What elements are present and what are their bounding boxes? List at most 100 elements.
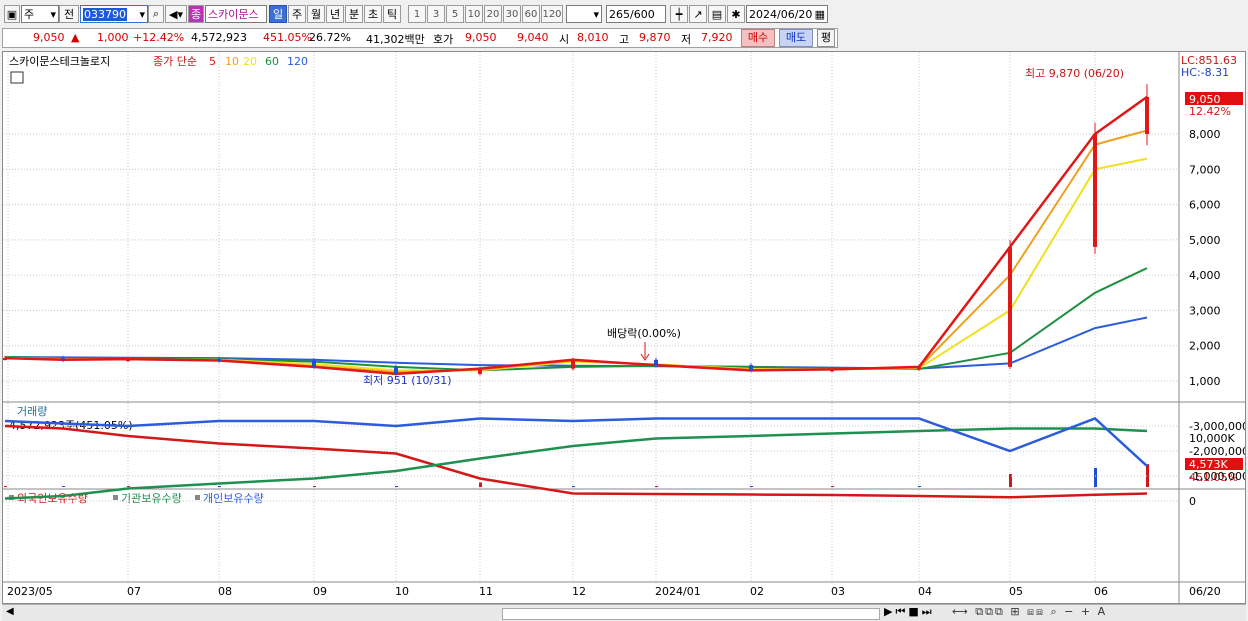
high-label: 고	[619, 33, 630, 46]
candle-body	[749, 365, 753, 371]
candle-body	[1093, 134, 1097, 247]
x-tick: 12	[572, 585, 586, 598]
volume: 4,572,923	[191, 31, 247, 44]
buy-button[interactable]: 매수	[741, 29, 775, 47]
ma-period-5: 5	[209, 55, 216, 68]
volume-bar	[918, 486, 921, 487]
interval-tab-0[interactable]: 1	[408, 5, 426, 23]
volume-ratio: 451.05%	[263, 31, 312, 44]
chart-area[interactable]: 8,000 7,000 6,000 5,000 4,000 3,000 2,000 1,000…	[2, 51, 1246, 604]
toolbar: ▣ 주 ▾ 전 033790 ▾ ⌕ ◀▾ 종 스카이문스 일주월년분초틱 1351…	[4, 4, 828, 24]
sell-button[interactable]: 매도	[779, 29, 813, 47]
ma-period-10: 10	[225, 55, 239, 68]
price-y-tick: 5,000	[1189, 234, 1221, 247]
prev-button[interactable]: 전	[59, 5, 79, 23]
price-y-tick: 8,000	[1189, 128, 1221, 141]
count-field[interactable]: 265/600	[606, 5, 666, 23]
period-tab-6[interactable]: 틱	[383, 5, 401, 23]
candle-body	[917, 366, 921, 370]
interval-tabs: 1 3 5 10 20 30 60 120	[408, 5, 564, 23]
volume-bar	[62, 486, 65, 487]
volume-bar	[313, 486, 316, 487]
scroll-left-icon[interactable]: ◀	[6, 606, 14, 617]
type-select[interactable]: 주 ▾	[21, 5, 59, 23]
layout-icon[interactable]: ▣	[4, 5, 20, 23]
interval-tab-2[interactable]: 5	[446, 5, 464, 23]
interval-tab-7[interactable]: 120	[541, 5, 563, 23]
interval-custom[interactable]: ▾	[566, 5, 602, 23]
zoom-tools-icon[interactable]: ⟷ ⧉⧉⧉ ⊞ ⧈⧈ ⌕ − + A	[952, 605, 1107, 619]
x-tick: 04	[918, 585, 932, 598]
scroll-thumb[interactable]	[502, 608, 880, 620]
legend-swatch	[195, 495, 200, 500]
date-field[interactable]: 2024/06/20 ▦	[746, 5, 828, 23]
gear-icon[interactable]: ✱	[727, 5, 745, 23]
hoga-ask: 9,050	[465, 31, 497, 44]
volume-title: 거래량	[17, 405, 47, 418]
playback-controls-icon[interactable]: ▶⏮■⏭	[884, 605, 935, 619]
period-tab-3[interactable]: 년	[326, 5, 344, 23]
current-pct-tag: 12.42%	[1189, 105, 1231, 118]
price-panel-bg	[3, 52, 1179, 401]
calendar-icon: ▦	[814, 7, 825, 21]
candle-body	[312, 360, 316, 367]
bottom-scroll-bar: ◀ ▶⏮■⏭ ⟷ ⧉⧉⧉ ⊞ ⧈⧈ ⌕ − + A	[2, 604, 1246, 621]
volume-bar	[127, 486, 130, 487]
price-y-tick: 6,000	[1189, 199, 1221, 212]
price-y-tick: 4,000	[1189, 269, 1221, 282]
avg-button[interactable]: 평	[817, 29, 835, 47]
period-tabs: 일주월년분초틱	[269, 5, 402, 23]
period-tab-1[interactable]: 주	[288, 5, 306, 23]
chevron-down-icon: ▾	[139, 7, 145, 21]
candle-body	[394, 366, 398, 374]
candle-body	[830, 369, 834, 372]
period-tab-5[interactable]: 초	[364, 5, 382, 23]
interval-tab-3[interactable]: 10	[465, 5, 483, 23]
holding-y-tick: -1,000,000	[1189, 470, 1245, 483]
interval-tab-6[interactable]: 60	[522, 5, 540, 23]
hoga-label: 호가	[433, 33, 454, 46]
x-tick: 10	[395, 585, 409, 598]
x-tick: 09	[313, 585, 327, 598]
period-tab-4[interactable]: 분	[345, 5, 363, 23]
holding-legend-2: 개인보유수량	[203, 492, 264, 505]
volume-bar	[655, 486, 658, 487]
holding-y-tick: 0	[1189, 495, 1196, 508]
stock-name-field[interactable]: 스카이문스	[205, 5, 267, 23]
candle-body	[1145, 96, 1149, 134]
interval-tab-5[interactable]: 30	[503, 5, 521, 23]
chevron-down-icon: ▾	[50, 7, 56, 21]
period-tab-2[interactable]: 월	[307, 5, 325, 23]
period-tab-0[interactable]: 일	[269, 5, 287, 23]
price-y-tick: 7,000	[1189, 163, 1221, 176]
candle-body	[654, 359, 658, 366]
holding-y-tick: -3,000,000	[1189, 420, 1245, 433]
save-icon[interactable]: ▤	[708, 5, 726, 23]
search-icon[interactable]: ⌕	[148, 5, 164, 23]
volume-y-tick: 10,000K	[1189, 432, 1235, 445]
stock-tag: 종	[188, 5, 204, 23]
trend-icon[interactable]: ↗	[689, 5, 707, 23]
candle-body	[3, 358, 7, 361]
x-tick: 05	[1009, 585, 1023, 598]
ma-period-120: 120	[287, 55, 308, 68]
price-y-tick: 1,000	[1189, 375, 1221, 388]
code-input[interactable]: 033790 ▾	[80, 5, 148, 23]
low-value: 7,920	[701, 31, 733, 44]
high-value: 9,870	[639, 31, 671, 44]
open-value: 8,010	[577, 31, 609, 44]
high-annotation: 최고 9,870 (06/20)	[1025, 67, 1124, 80]
speaker-icon[interactable]: ◀▾	[165, 5, 187, 23]
x-tick: 07	[127, 585, 141, 598]
interval-tab-4[interactable]: 20	[484, 5, 502, 23]
x-tick: 02	[750, 585, 764, 598]
turnover: 26.72%	[309, 31, 351, 44]
stock-chart-svg[interactable]: 8,000 7,000 6,000 5,000 4,000 3,000 2,000 1,000…	[3, 52, 1245, 603]
volume-bar	[831, 486, 834, 487]
amount: 41,302백만	[366, 33, 425, 46]
x-tick: 03	[831, 585, 845, 598]
x-tick: 06	[1094, 585, 1108, 598]
interval-tab-1[interactable]: 3	[427, 5, 445, 23]
candle-icon[interactable]: ┿	[670, 5, 688, 23]
code-value: 033790	[83, 7, 127, 21]
